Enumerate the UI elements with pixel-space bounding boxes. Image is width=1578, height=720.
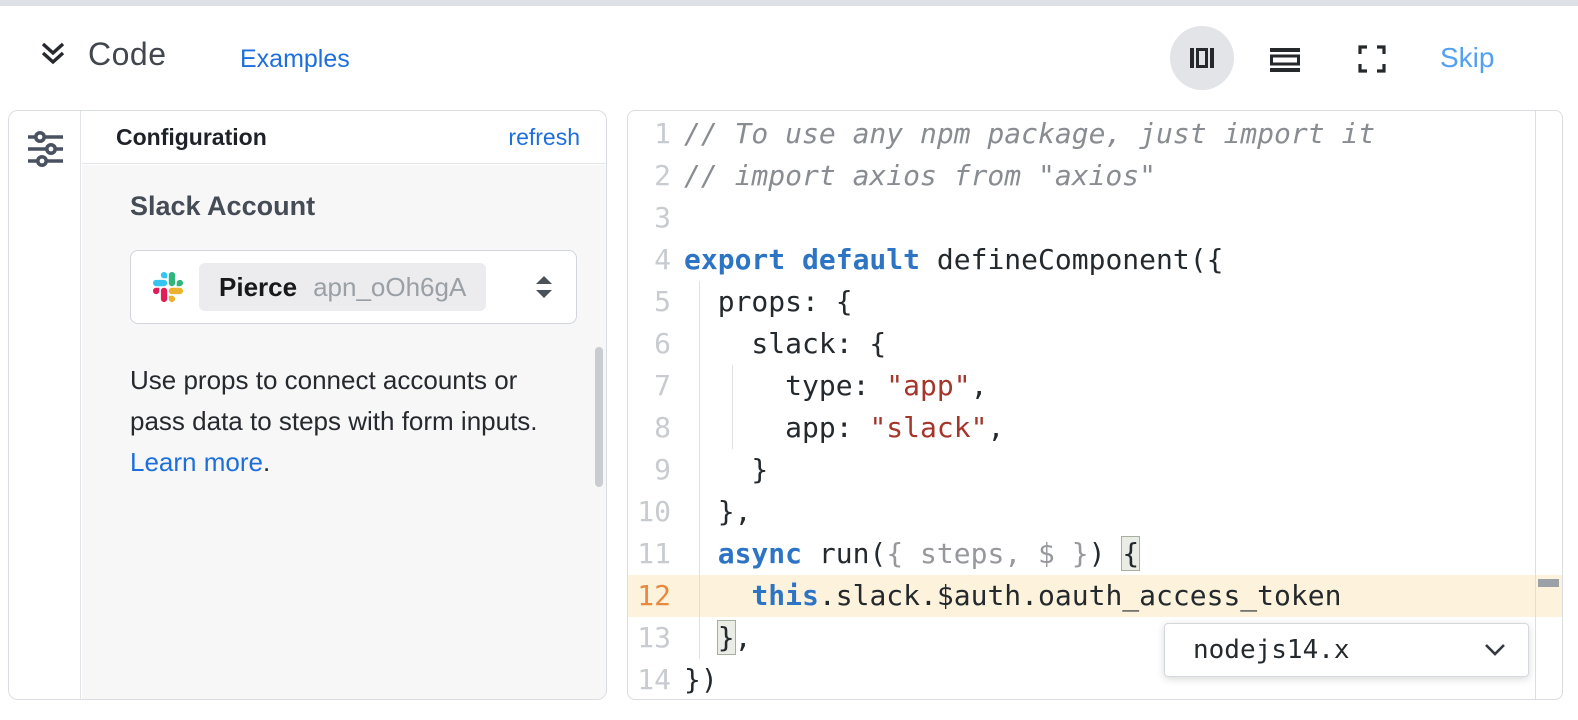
code-line[interactable]: 6 slack: { <box>628 323 1562 365</box>
slack-account-select[interactable]: Pierce apn_oOh6gA <box>130 250 577 324</box>
chevron-down-icon <box>1484 643 1506 657</box>
code-line-text: } <box>684 449 1562 491</box>
code-line-text: // To use any npm package, just import i… <box>684 113 1562 155</box>
code-line-text: props: { <box>684 281 1562 323</box>
code-line[interactable]: 7 type: "app", <box>628 365 1562 407</box>
fullscreen-icon <box>1357 44 1387 74</box>
code-line-text: async run({ steps, $ }) { <box>684 533 1562 575</box>
overview-ruler-border <box>1535 111 1536 699</box>
code-line-text: // import axios from "axios" <box>684 155 1562 197</box>
line-number: 2 <box>628 155 684 197</box>
code-line[interactable]: 10 }, <box>628 491 1562 533</box>
sliders-icon <box>23 127 67 171</box>
page: Code Examples Skip <box>0 0 1578 720</box>
runtime-select[interactable]: nodejs14.x <box>1164 623 1529 677</box>
indent-guide <box>732 365 733 449</box>
code-line[interactable]: 2// import axios from "axios" <box>628 155 1562 197</box>
header-bar: Code Examples Skip <box>0 6 1578 110</box>
code-line[interactable]: 8 app: "slack", <box>628 407 1562 449</box>
code-line[interactable]: 9 } <box>628 449 1562 491</box>
line-number: 12 <box>628 575 684 617</box>
line-number: 5 <box>628 281 684 323</box>
columns-layout-icon <box>1186 42 1218 74</box>
line-number: 9 <box>628 449 684 491</box>
help-text-suffix: . <box>263 447 270 477</box>
code-line[interactable]: 4export default defineComponent({ <box>628 239 1562 281</box>
line-number: 8 <box>628 407 684 449</box>
code-line-text: app: "slack", <box>684 407 1562 449</box>
line-number: 7 <box>628 365 684 407</box>
account-token: apn_oOh6gA <box>313 272 466 303</box>
select-updown-icon <box>534 274 554 300</box>
stacked-view-button[interactable] <box>1265 42 1305 76</box>
config-body: Slack Account Pierce apn_oOh6gA <box>82 165 606 699</box>
code-line-text: slack: { <box>684 323 1562 365</box>
line-number: 3 <box>628 197 684 239</box>
line-number: 4 <box>628 239 684 281</box>
code-line[interactable]: 1// To use any npm package, just import … <box>628 113 1562 155</box>
account-name: Pierce <box>219 272 297 303</box>
skip-button[interactable]: Skip <box>1440 42 1494 74</box>
config-icon-sidebar <box>9 111 81 699</box>
runtime-label: nodejs14.x <box>1193 635 1350 665</box>
configuration-panel: Configuration refresh Slack Account Pier… <box>8 110 607 700</box>
split-view-button[interactable] <box>1170 26 1234 90</box>
double-chevron-down-icon <box>36 38 70 72</box>
examples-link[interactable]: Examples <box>240 45 350 74</box>
indent-guide <box>699 281 700 659</box>
code-line-text: this.slack.$auth.oauth_access_token <box>684 575 1562 617</box>
line-number: 14 <box>628 659 684 700</box>
line-number: 13 <box>628 617 684 659</box>
code-editor-panel[interactable]: 1// To use any npm package, just import … <box>627 110 1563 700</box>
rows-layout-icon <box>1267 43 1303 75</box>
learn-more-link[interactable]: Learn more <box>130 447 263 477</box>
code-line[interactable]: 3 <box>628 197 1562 239</box>
config-header: Configuration refresh <box>82 111 606 164</box>
code-line-text: type: "app", <box>684 365 1562 407</box>
help-text: Use props to connect accounts or pass da… <box>130 360 568 483</box>
code-line[interactable]: 11 async run({ steps, $ }) { <box>628 533 1562 575</box>
line-number: 1 <box>628 113 684 155</box>
account-pill: Pierce apn_oOh6gA <box>199 263 486 311</box>
page-title: Code <box>88 36 167 73</box>
code-line[interactable]: 5 props: { <box>628 281 1562 323</box>
code-line[interactable]: 12 this.slack.$auth.oauth_access_token <box>628 575 1562 617</box>
slack-logo-icon <box>153 272 183 302</box>
code-line-text: }, <box>684 491 1562 533</box>
fullscreen-button[interactable] <box>1352 42 1392 76</box>
line-number: 6 <box>628 323 684 365</box>
code-lines: 1// To use any npm package, just import … <box>628 113 1562 700</box>
help-text-body: Use props to connect accounts or pass da… <box>130 365 538 436</box>
slack-account-label: Slack Account <box>130 191 606 222</box>
config-scrollbar-thumb[interactable] <box>595 347 603 487</box>
line-number: 10 <box>628 491 684 533</box>
overview-ruler-cursor-mark <box>1538 579 1559 587</box>
collapse-step-button[interactable] <box>36 38 70 72</box>
refresh-link[interactable]: refresh <box>508 124 580 151</box>
line-number: 11 <box>628 533 684 575</box>
config-title: Configuration <box>116 124 267 151</box>
code-line-text: export default defineComponent({ <box>684 239 1562 281</box>
config-main: Configuration refresh Slack Account Pier… <box>82 111 606 699</box>
code-line-text <box>684 197 1562 239</box>
